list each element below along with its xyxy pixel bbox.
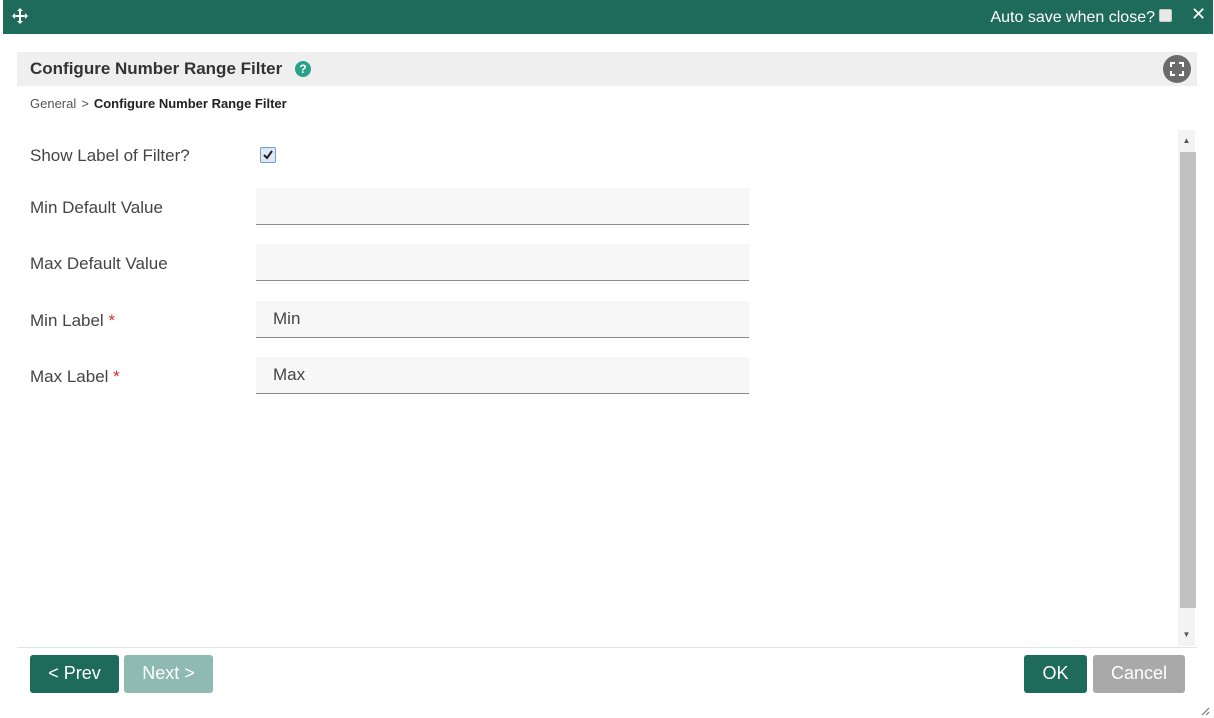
prev-button[interactable]: < Prev [30, 655, 119, 693]
page-title: Configure Number Range Filter [30, 59, 283, 78]
autosave-label: Auto save when close? [990, 9, 1155, 26]
required-marker: * [108, 311, 116, 330]
fullscreen-icon[interactable] [1163, 55, 1191, 83]
dialog-header: Configure Number Range Filter ? [17, 52, 1197, 86]
autosave-checkbox[interactable] [1159, 9, 1172, 22]
min-label-label: Min Label * [30, 311, 115, 331]
breadcrumb-current: Configure Number Range Filter [93, 96, 287, 111]
scrollbar[interactable]: ▲ ▼ [1178, 130, 1196, 646]
max-label-label: Max Label * [30, 367, 120, 387]
breadcrumb-separator: > [81, 96, 89, 111]
footer-divider [17, 647, 1197, 648]
next-button[interactable]: Next > [124, 655, 213, 693]
dialog-titlebar[interactable]: Auto save when close? ✕ [3, 0, 1213, 34]
max-default-label: Max Default Value [30, 254, 168, 273]
breadcrumb: General > Configure Number Range Filter [30, 96, 287, 111]
cancel-button[interactable]: Cancel [1093, 655, 1185, 693]
scroll-down-arrow[interactable]: ▼ [1178, 626, 1195, 644]
min-default-label: Min Default Value [30, 198, 163, 217]
required-marker: * [113, 367, 120, 386]
max-default-input[interactable] [256, 244, 749, 281]
max-label-text: Max Label [30, 367, 109, 386]
min-label-text: Min Label [30, 311, 104, 330]
move-icon[interactable] [11, 7, 29, 25]
show-label-checkbox[interactable] [260, 147, 276, 163]
max-label-input[interactable] [256, 357, 749, 394]
help-icon[interactable]: ? [295, 61, 311, 77]
min-label-input[interactable] [256, 301, 749, 338]
close-icon[interactable]: ✕ [1191, 4, 1206, 24]
scroll-thumb[interactable] [1180, 152, 1196, 608]
show-label-label: Show Label of Filter? [30, 146, 190, 165]
resize-grip-icon[interactable] [1200, 703, 1210, 718]
configure-dialog: Auto save when close? ✕ Configure Number… [0, 0, 1214, 718]
scroll-up-arrow[interactable]: ▲ [1178, 132, 1195, 150]
form-content: Show Label of Filter? Min Default Value … [17, 130, 1197, 646]
ok-button[interactable]: OK [1024, 655, 1087, 693]
min-default-input[interactable] [256, 188, 749, 225]
breadcrumb-general[interactable]: General [30, 96, 76, 111]
